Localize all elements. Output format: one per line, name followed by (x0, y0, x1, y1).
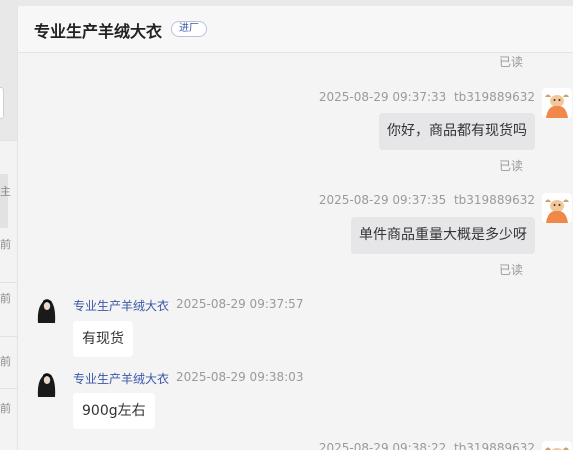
buyer-avatar[interactable] (542, 441, 572, 450)
message-time: 2025-08-29 09:37:33 (318, 90, 447, 104)
list-item-fragment[interactable]: 前 (0, 290, 17, 306)
message-bubble-outgoing[interactable]: 你好，商品都有现货吗 (379, 113, 535, 150)
seller-avatar[interactable] (34, 369, 58, 397)
chat-header: 专业生产羊绒大衣 进厂 (18, 6, 573, 53)
seller-photo-icon (34, 295, 58, 323)
shop-tag-badge: 进厂 (171, 21, 207, 37)
list-divider (0, 336, 17, 337)
message-list[interactable]: 已读 2025-08-29 09:37:33 tb319889632 你好，商品… (18, 53, 573, 450)
list-item-fragment[interactable]: 前 (0, 400, 17, 416)
message-user: tb319889632 (453, 90, 535, 104)
message-bubble-outgoing[interactable]: 单件商品重量大概是多少呀 (351, 217, 535, 254)
seller-photo-icon (34, 369, 58, 397)
read-status: 已读 (498, 159, 523, 173)
message-user: tb319889632 (453, 193, 535, 207)
cartoon-avatar-icon (542, 88, 572, 118)
search-input-edge[interactable] (0, 87, 4, 119)
message-meta: 2025-08-29 09:37:35 tb319889632 (319, 193, 535, 207)
list-item-fragment[interactable]: 主 (0, 183, 17, 199)
chat-panel: 专业生产羊绒大衣 进厂 已读 2025-08-29 09:37:33 tb319… (17, 6, 573, 450)
list-item-fragment[interactable]: 前 (0, 353, 17, 369)
message-meta: 2025-08-29 09:37:33 tb319889632 (319, 90, 535, 104)
list-header-area (0, 0, 17, 140)
list-divider (0, 388, 17, 389)
sender-name[interactable]: 专业生产羊绒大衣 (73, 370, 169, 387)
message-bubble-incoming[interactable]: 有现货 (73, 321, 133, 357)
conversation-list-edge: 主 前 前 前 前 (0, 0, 17, 450)
list-divider (0, 140, 17, 141)
message-user: tb319889632 (453, 441, 535, 450)
cartoon-avatar-icon (542, 193, 572, 223)
seller-avatar[interactable] (34, 295, 58, 323)
chat-title: 专业生产羊绒大衣 (34, 22, 163, 41)
message-time: 2025-08-29 09:38:03 (176, 370, 304, 384)
message-time: 2025-08-29 09:38:22 (318, 441, 447, 450)
read-status: 已读 (498, 55, 523, 69)
chat-window: 主 前 前 前 前 专业生产羊绒大衣 进厂 已读 2025-08-29 09:3… (0, 0, 573, 450)
message-meta: 2025-08-29 09:38:22 tb319889632 (319, 441, 535, 450)
message-bubble-incoming[interactable]: 900g左右 (73, 393, 155, 429)
buyer-avatar[interactable] (542, 193, 572, 223)
list-item-fragment[interactable]: 前 (0, 236, 17, 252)
buyer-avatar[interactable] (542, 88, 572, 118)
message-time: 2025-08-29 09:37:57 (176, 297, 304, 311)
message-time: 2025-08-29 09:37:35 (318, 193, 447, 207)
cartoon-avatar-icon (542, 441, 572, 450)
read-status: 已读 (498, 263, 523, 277)
sender-name[interactable]: 专业生产羊绒大衣 (73, 297, 169, 314)
list-divider (0, 282, 17, 283)
